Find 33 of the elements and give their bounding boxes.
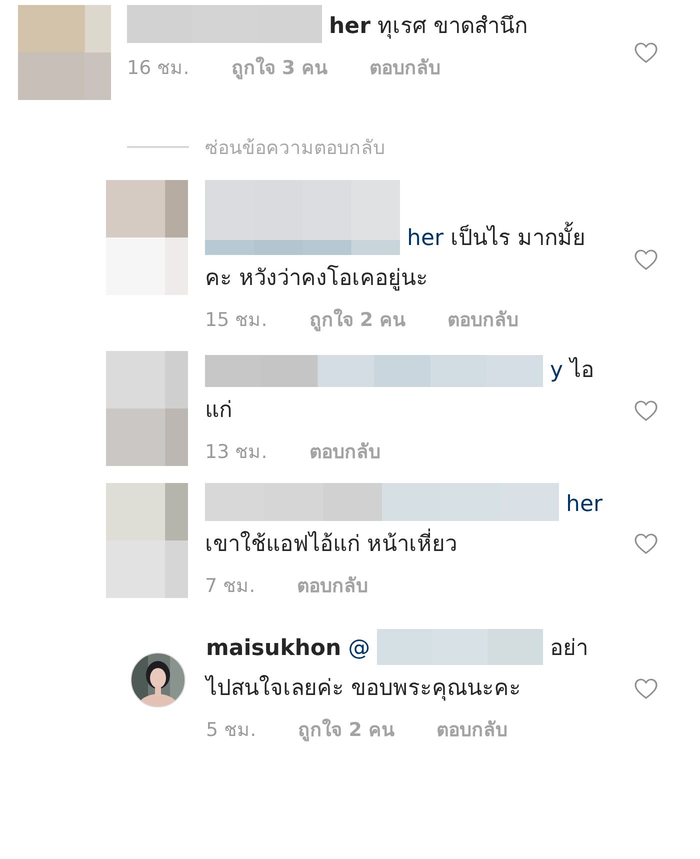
timestamp: 7 ชม. — [205, 574, 256, 599]
username[interactable]: maisukhon — [206, 629, 342, 669]
reply-link[interactable]: ตอบกลับ — [436, 711, 508, 749]
heart-icon[interactable] — [634, 400, 658, 422]
comment-text: เป็นไร มากมั้ย — [450, 219, 586, 259]
heart-icon[interactable] — [634, 533, 658, 555]
likes-link[interactable]: ถูกใจ 2 คน — [298, 711, 395, 749]
likes-link[interactable]: ถูกใจ 2 คน — [309, 301, 406, 339]
comment-text: ทุเรศ ขาดสำนึก — [377, 13, 528, 41]
heart-icon[interactable] — [634, 678, 658, 700]
mention-link[interactable]: y — [550, 351, 564, 391]
comment-text: คะ หวังว่าคงโอเคอยู่นะ — [205, 264, 429, 293]
timestamp: 15 ชม. — [205, 308, 268, 333]
heart-icon[interactable] — [634, 248, 658, 270]
likes-link[interactable]: ถูกใจ 3 คน — [231, 49, 328, 87]
heart-icon[interactable] — [634, 42, 658, 64]
timestamp: 5 ชม. — [206, 718, 256, 743]
reply-link[interactable]: ตอบกลับ — [297, 567, 368, 605]
mention-link[interactable]: @ — [348, 629, 370, 669]
comment-text: ไปสนใจเลยค่ะ ขอบพระคุณนะคะ — [206, 674, 522, 703]
comment-text: เขาใช้แอฟไอ้แก่ หน้าเหี่ยว — [205, 525, 609, 565]
username[interactable]: her — [329, 7, 370, 47]
timestamp: 13 ชม. — [205, 440, 268, 465]
reply-link[interactable]: ตอบกลับ — [370, 49, 441, 87]
timestamp: 16 ชม. — [127, 56, 190, 81]
reply-link[interactable]: ตอบกลับ — [309, 433, 380, 471]
comment-text: แก่ — [205, 397, 233, 425]
reply-link[interactable]: ตอบกลับ — [448, 301, 519, 339]
comment-text: อย่า — [550, 635, 588, 663]
hide-replies-link[interactable]: ซ่อนข้อความตอบกลับ — [205, 132, 385, 162]
mention-link[interactable]: her — [566, 485, 603, 525]
comment-text: ไอ — [570, 356, 594, 385]
mention-link[interactable]: her — [407, 219, 444, 259]
